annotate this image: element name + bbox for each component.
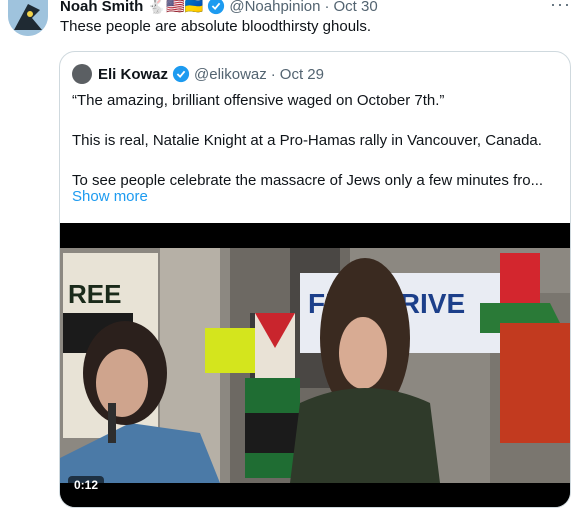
avatar-image (8, 0, 48, 36)
verified-badge-icon (208, 0, 225, 15)
separator-dot: · (324, 0, 330, 15)
svg-text:REE: REE (68, 279, 121, 309)
tweet-text: These people are absolute bloodthirsty g… (60, 18, 372, 35)
quote-avatar (72, 64, 92, 84)
quote-author-name: Eli Kowaz (98, 65, 169, 83)
video-player[interactable]: REE FR HE RIVE 0:12 (60, 223, 570, 507)
author-name[interactable]: Noah Smith (60, 0, 143, 15)
video-timestamp: 0:12 (68, 476, 105, 494)
quote-line: “The amazing, brilliant offensive waged … (72, 92, 445, 109)
quote-header: Eli Kowaz @elikowaz · Oct 29 (72, 64, 324, 84)
more-options-icon[interactable]: ··· (550, 0, 571, 15)
quote-author-handle: @elikowaz (194, 65, 267, 83)
quoted-tweet[interactable]: Eli Kowaz @elikowaz · Oct 29 “The amazin… (59, 51, 571, 508)
video-frame: REE FR HE RIVE (60, 223, 570, 507)
author-handle[interactable]: @Noahpinion (229, 0, 320, 15)
tweet-header: Noah Smith 🐇🇺🇸🇺🇦 @Noahpinion · Oct 30 (60, 0, 378, 16)
tweet-date[interactable]: Oct 30 (334, 0, 378, 15)
avatar[interactable] (8, 0, 48, 36)
show-more-link[interactable]: Show more (72, 188, 148, 205)
quote-line: This is real, Natalie Knight at a Pro-Ha… (72, 132, 542, 149)
separator-dot: · (270, 65, 276, 83)
quote-date: Oct 29 (279, 65, 324, 83)
verified-badge-icon (172, 65, 190, 83)
author-emojis: 🐇🇺🇸🇺🇦 (147, 0, 204, 15)
